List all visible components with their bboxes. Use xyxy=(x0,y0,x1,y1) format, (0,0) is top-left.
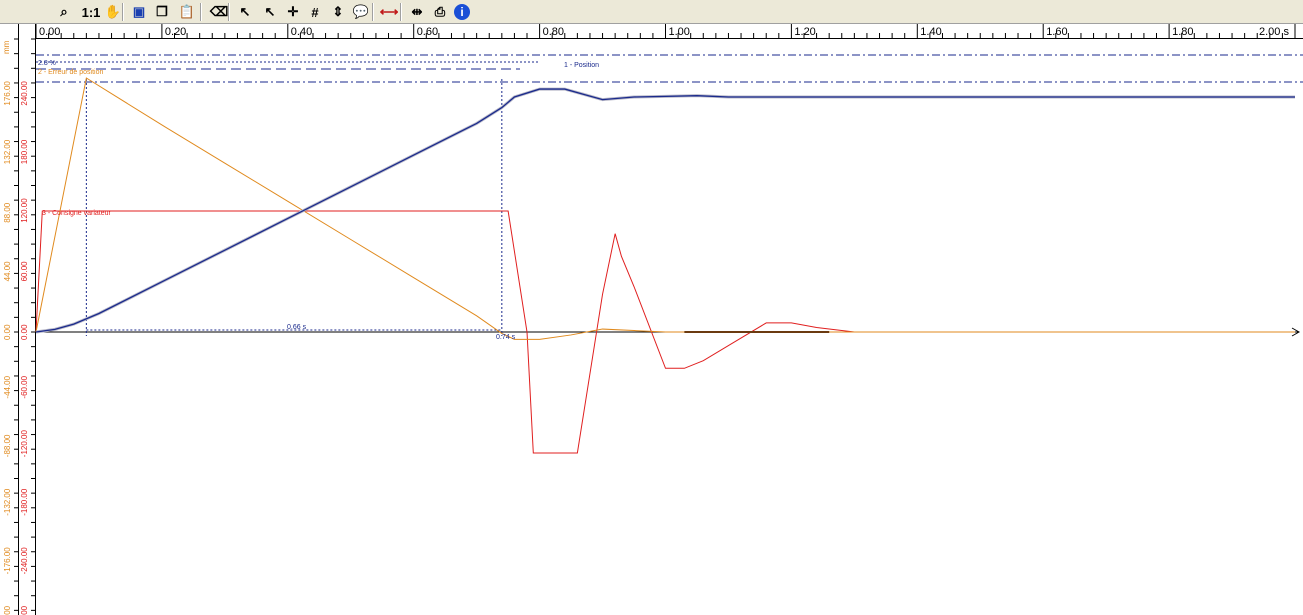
x-tick-label: 0.00 xyxy=(39,26,60,38)
y-tick-label-red: 60.00 xyxy=(20,261,29,282)
y-tick-label-orange: -44.00 xyxy=(3,375,12,398)
hand-icon[interactable]: ✋ xyxy=(104,2,122,22)
comment-icon[interactable]: 💬 xyxy=(352,2,370,22)
series-label-consigne: 3 - Consigne variateur xyxy=(42,210,112,217)
overshoot-label: 2.8 % xyxy=(38,60,56,67)
y-tick-label-red: -120.00 xyxy=(20,430,29,458)
toolbar: ⌕ 1:1 ✋ ▣ ❐ 📋 ⌫ ↖ ↖ ✛ # ⇕ 💬 ⟷ ⇹ ⎙ i xyxy=(0,0,1303,24)
series-erreur-position xyxy=(35,77,1295,340)
y-tick-label-red: 240.00 xyxy=(20,81,29,106)
series-label-erreur: 2 - Erreur de position xyxy=(38,69,103,76)
x-tick-label: 1.00 xyxy=(669,26,690,38)
print-icon[interactable]: ⎙ xyxy=(431,2,449,22)
y-tick-label-orange: 132.00 xyxy=(3,139,12,164)
y-tick-label-red: -60.00 xyxy=(20,375,29,398)
toolbar-separator xyxy=(400,3,402,21)
chart[interactable]: 0.00 0.20 0.40 0.60 0.80 1.00 1.20 1.40 1.60 1.80… xyxy=(0,24,1303,615)
x-tick-label: 2.00 s xyxy=(1259,26,1289,38)
fit-icon[interactable]: ⟷ xyxy=(380,2,399,22)
measure-label-1: 0.66 s xyxy=(287,324,307,331)
toolbar-separator xyxy=(122,3,124,21)
toolbar-separator xyxy=(200,3,202,21)
y-tick-label-red: 0.00 xyxy=(20,324,29,340)
y-tick-label-orange: -220.00 xyxy=(3,605,12,615)
toolbar-separator xyxy=(228,3,230,21)
zoom-1to1-button[interactable]: 1:1 xyxy=(80,2,102,22)
measure-icon[interactable]: ⇹ xyxy=(408,2,426,22)
y-tick-label-orange: -176.00 xyxy=(3,547,12,575)
measure-label-2: 0.74 s xyxy=(496,334,516,341)
y-tick-label-orange: 88.00 xyxy=(3,202,12,223)
pointer-xy-icon[interactable]: ↖ xyxy=(261,2,279,22)
y-tick-label-orange: 176.00 xyxy=(3,81,12,106)
y-tick-label-red: 180.00 xyxy=(20,139,29,164)
crosshair-icon[interactable]: ✛ xyxy=(284,2,302,22)
x-tick-label: 1.20 xyxy=(794,26,815,38)
info-icon[interactable]: i xyxy=(454,4,470,20)
paste-icon[interactable]: 📋 xyxy=(178,2,196,22)
toolbar-separator xyxy=(372,3,374,21)
x-tick-label: 0.60 xyxy=(417,26,438,38)
y-tick-label-orange: -132.00 xyxy=(3,488,12,516)
x-tick-label: 1.40 xyxy=(920,26,941,38)
adjust-icon[interactable]: ⇕ xyxy=(329,2,347,22)
y-unit-label: mm xyxy=(2,40,11,54)
eraser-icon[interactable]: ⌫ xyxy=(210,2,228,22)
save-icon[interactable]: ▣ xyxy=(130,2,148,22)
y-tick-label-orange: -88.00 xyxy=(3,434,12,457)
series-label-position: 1 - Position xyxy=(564,62,599,69)
copy-icon[interactable]: ❐ xyxy=(153,2,171,22)
x-tick-label: 1.60 xyxy=(1046,26,1067,38)
y-tick-label-red: -300.00 xyxy=(20,605,29,615)
x-tick-label: 0.20 xyxy=(165,26,186,38)
y-tick-label-orange: 0.00 xyxy=(3,324,12,340)
x-tick-label: 1.80 xyxy=(1172,26,1193,38)
x-tick-label: 0.80 xyxy=(543,26,564,38)
x-tick-label: 0.40 xyxy=(291,26,312,38)
y-tick-label-red: -240.00 xyxy=(20,547,29,575)
zoom-icon[interactable]: ⌕ xyxy=(55,2,73,22)
y-tick-label-orange: 44.00 xyxy=(3,261,12,282)
grid-icon[interactable]: # xyxy=(306,2,324,22)
y-tick-label-red: 120.00 xyxy=(20,198,29,223)
pointer-icon[interactable]: ↖ xyxy=(236,2,254,22)
y-tick-label-red: -180.00 xyxy=(20,488,29,516)
